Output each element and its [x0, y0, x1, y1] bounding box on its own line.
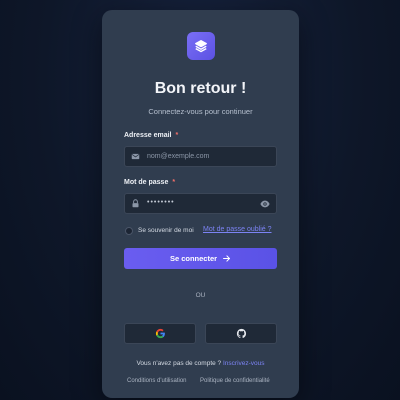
signup-prompt: Vous n'avez pas de compte ? Inscrivez-vo… — [102, 360, 299, 367]
lock-icon — [132, 199, 139, 208]
arrow-right-icon — [223, 255, 231, 262]
google-icon — [155, 328, 165, 339]
mail-icon — [131, 153, 140, 160]
signup-link[interactable]: Inscrivez-vous — [223, 360, 265, 367]
password-value: •••••••• — [147, 199, 175, 206]
page-subtitle: Connectez-vous pour continuer — [148, 107, 253, 116]
required-mark: * — [172, 179, 176, 186]
or-divider: OU — [195, 292, 206, 299]
email-placeholder: nom@exemple.com — [147, 153, 210, 160]
github-sign-in-button[interactable] — [205, 323, 277, 344]
eye-icon[interactable] — [260, 199, 270, 209]
remember-me-label: Se souvenir de moi — [138, 227, 194, 234]
page-title: Bon retour ! — [154, 80, 247, 97]
layers-logo-icon — [187, 32, 215, 60]
email-label: Adresse email * — [124, 132, 178, 139]
login-card: Bon retour ! Connectez-vous pour continu… — [102, 10, 299, 398]
forgot-password-link[interactable]: Mot de passe oublié ? — [203, 226, 272, 233]
email-field[interactable]: nom@exemple.com — [124, 146, 277, 167]
remember-me-checkbox[interactable] — [125, 227, 133, 235]
password-field[interactable]: •••••••• — [124, 193, 277, 214]
password-label-text: Mot de passe — [124, 179, 169, 186]
email-label-text: Adresse email — [124, 132, 172, 139]
required-mark: * — [175, 132, 179, 139]
google-sign-in-button[interactable] — [124, 323, 196, 344]
password-label: Mot de passe * — [124, 179, 175, 186]
terms-link[interactable]: Conditions d'utilisation — [127, 378, 187, 384]
signup-prompt-text: Vous n'avez pas de compte ? — [136, 360, 222, 367]
github-icon — [236, 328, 246, 339]
privacy-link[interactable]: Politique de confidentialité — [200, 378, 270, 384]
sign-in-button[interactable]: Se connecter — [124, 248, 277, 269]
sign-in-label: Se connecter — [169, 254, 218, 263]
